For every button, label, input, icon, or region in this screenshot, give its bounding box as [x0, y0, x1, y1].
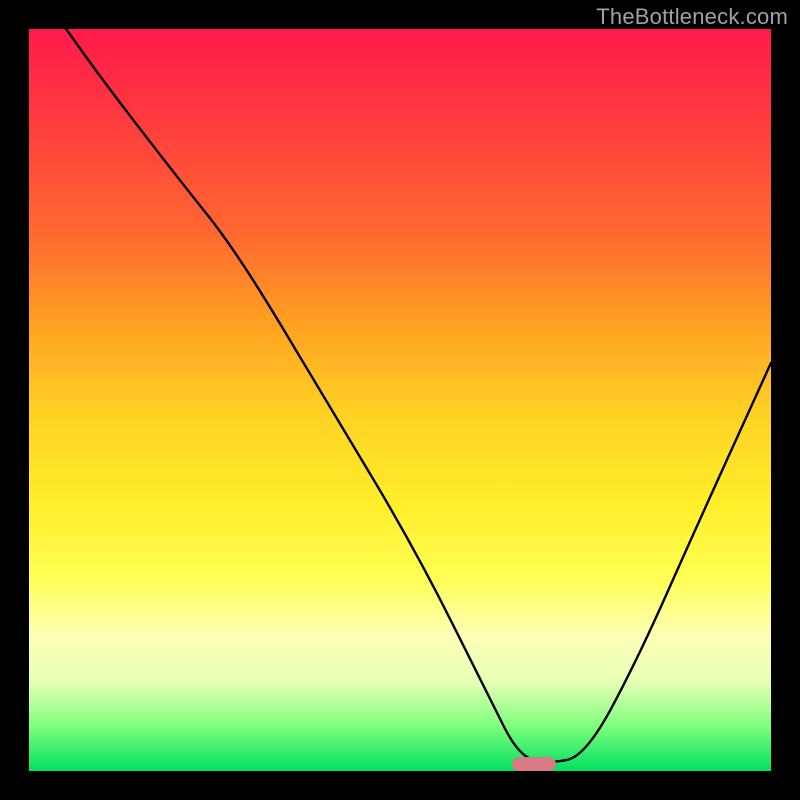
optimal-marker: [512, 757, 556, 771]
chart-frame: TheBottleneck.com: [0, 0, 800, 800]
bottleneck-curve: [29, 29, 771, 771]
watermark-text: TheBottleneck.com: [596, 4, 788, 30]
curve-path: [66, 29, 771, 762]
plot-area: [29, 29, 771, 771]
